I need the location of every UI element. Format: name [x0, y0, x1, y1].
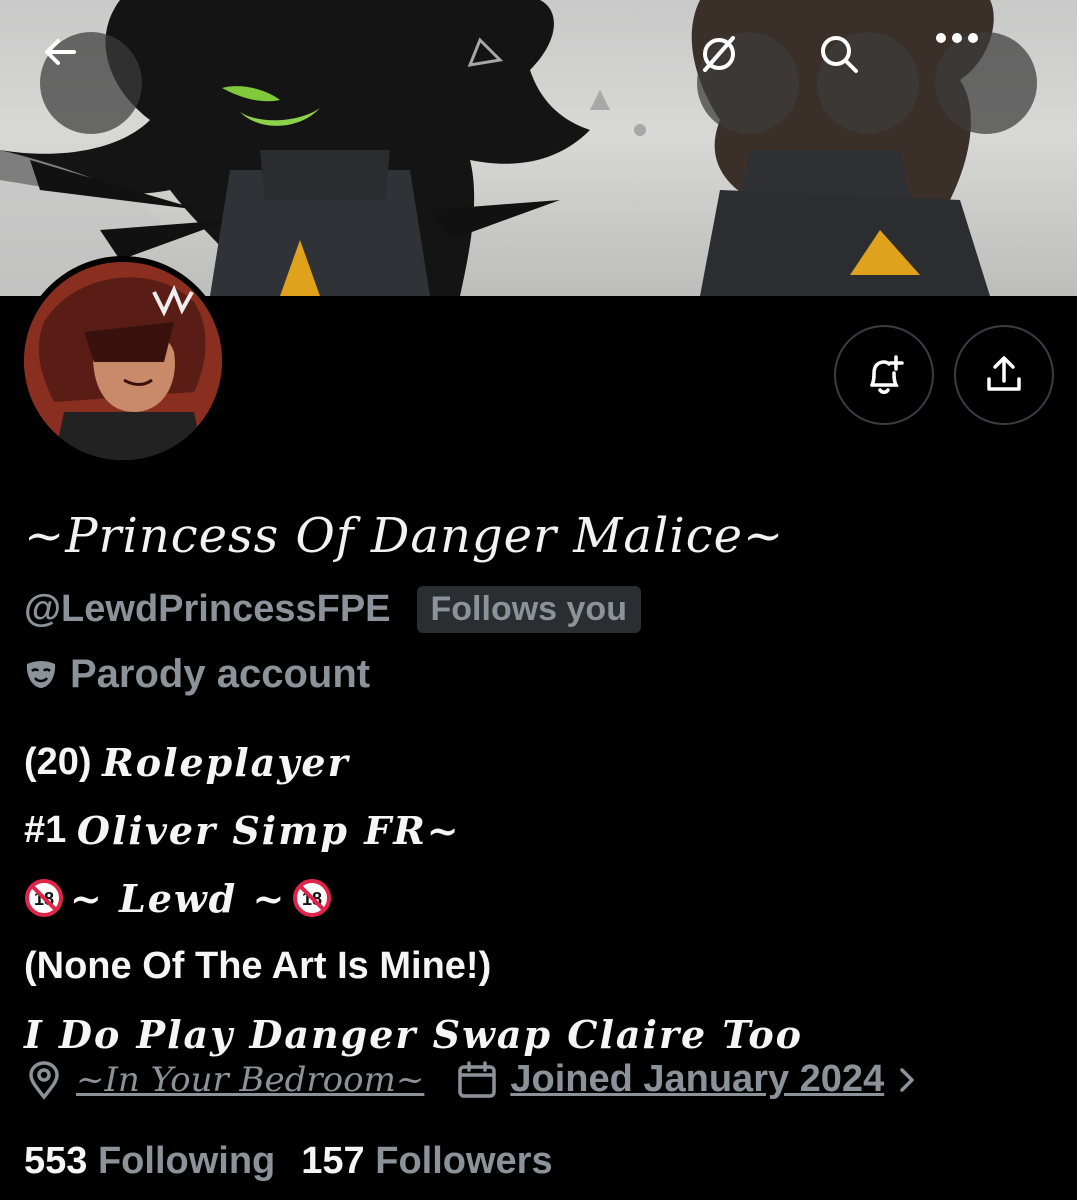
more-button[interactable] [935, 32, 1037, 134]
follows-you-badge: Follows you [416, 586, 641, 633]
user-handle: @LewdPrincessFPE [24, 588, 391, 630]
location-text[interactable]: ~In Your Bedroom~ [76, 1060, 424, 1100]
bio-lewd-line: ~ Lewd ~ [70, 875, 287, 921]
grok-button[interactable] [697, 32, 799, 134]
chevron-right-icon[interactable] [896, 1065, 918, 1095]
search-icon [821, 36, 858, 73]
bio-hashtag-number: #1 [24, 808, 67, 851]
following-count: 553 [24, 1140, 88, 1182]
profile-bio: (20) Roleplayer #1 Oliver Simp FR~ 18 ~ … [24, 728, 803, 1068]
display-name: ~Princess Of Danger Malice~ [24, 508, 785, 564]
banner-artwork [0, 0, 994, 296]
parody-account-label: Parody account [70, 652, 371, 696]
following-stat[interactable]: 553 Following [24, 1140, 275, 1183]
location-item[interactable]: ~In Your Bedroom~ [24, 1060, 424, 1100]
avatar-image [24, 262, 222, 460]
followers-label: Followers [375, 1140, 553, 1182]
calendar-icon [458, 1060, 497, 1098]
arrow-left-icon [45, 39, 76, 65]
bio-age: (20) [24, 740, 92, 783]
more-horizontal-icon [936, 33, 978, 43]
back-button[interactable] [40, 32, 142, 134]
bio-roleplayer: Roleplayer [102, 739, 350, 785]
followers-count: 157 [301, 1140, 365, 1182]
profile-avatar[interactable] [18, 256, 228, 466]
search-button[interactable] [817, 32, 919, 134]
following-label: Following [97, 1140, 276, 1182]
share-button[interactable] [954, 325, 1054, 425]
bell-plus-icon [870, 355, 904, 394]
no-under-18-icon: 18 [293, 879, 332, 917]
bio-art-disclaimer: (None Of The Art Is Mine!) [24, 944, 492, 987]
mask-icon [26, 660, 56, 688]
no-under-18-icon: 18 [25, 879, 63, 917]
location-pin-icon [29, 1060, 59, 1100]
grok-icon [703, 36, 735, 72]
followers-stat[interactable]: 157 Followers [301, 1140, 552, 1183]
joined-item[interactable]: Joined January 2024 [456, 1058, 918, 1101]
profile-banner[interactable] [0, 0, 1077, 296]
notifications-button[interactable] [834, 325, 934, 425]
parody-label-row[interactable]: Parody account [24, 652, 370, 697]
joined-date[interactable]: Joined January 2024 [510, 1058, 884, 1101]
share-icon [987, 356, 1021, 391]
bio-simp-line: Oliver Simp FR~ [76, 807, 461, 853]
